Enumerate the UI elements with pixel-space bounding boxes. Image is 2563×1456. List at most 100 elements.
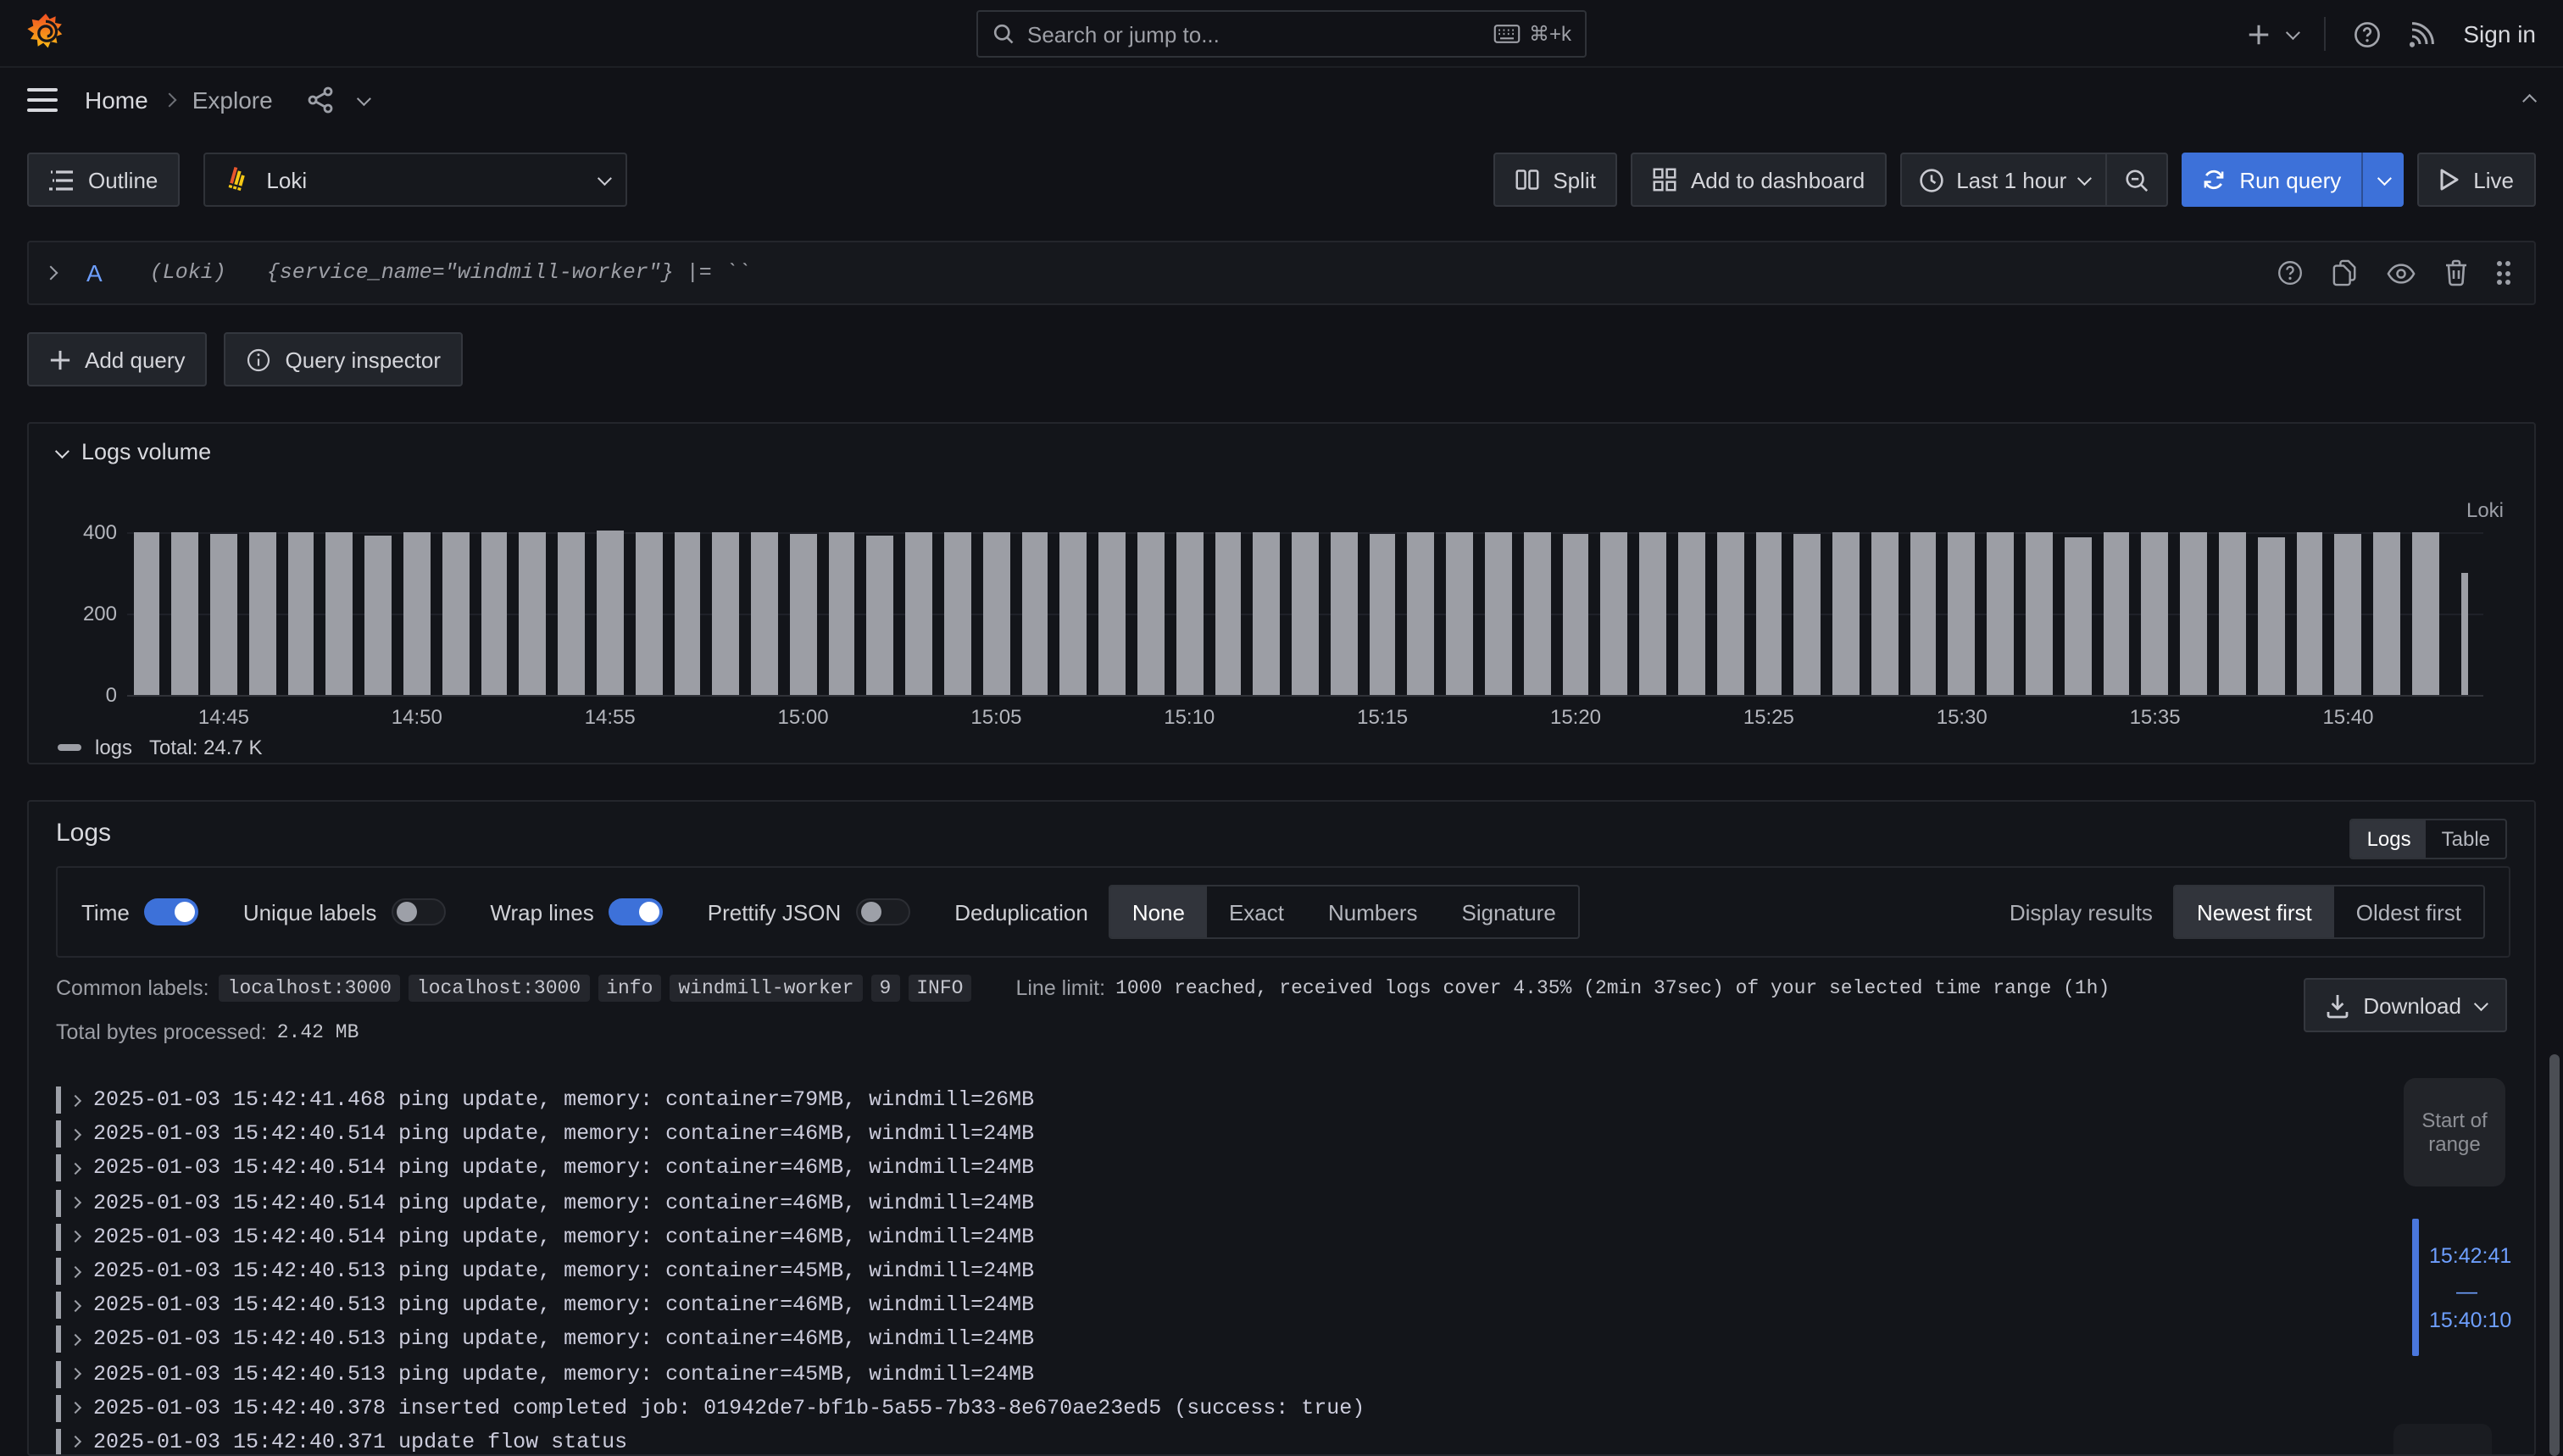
log-line-text: 2025-01-03 15:42:40.514 ping update, mem… (93, 1191, 1034, 1214)
zoom-out-time-button[interactable] (2105, 154, 2166, 205)
dedup-option-none[interactable]: None (1110, 886, 1207, 937)
logs-volume-header[interactable]: Logs volume (56, 439, 211, 464)
news-rss-icon[interactable] (2409, 20, 2436, 47)
share-icon[interactable] (307, 86, 334, 114)
breadcrumb-home[interactable]: Home (85, 86, 148, 114)
logs-volume-plot[interactable] (127, 532, 2483, 695)
expand-chevron-icon[interactable] (69, 1299, 81, 1311)
datasource-picker[interactable]: Loki (203, 153, 627, 207)
toggle-label: Time (81, 899, 130, 925)
add-query-button[interactable]: Add query (27, 332, 208, 386)
log-row[interactable]: 2025-01-03 15:42:40.514 ping update, mem… (56, 1152, 2429, 1186)
volume-bar (1447, 532, 1474, 695)
expand-chevron-icon[interactable] (69, 1437, 81, 1448)
sign-in-button[interactable]: Sign in (2463, 20, 2536, 47)
grafana-explore-page: Search or jump to... ⌘+k (0, 0, 2563, 1456)
volume-bar (2296, 532, 2323, 695)
expand-chevron-icon[interactable] (69, 1094, 81, 1106)
search-input[interactable]: Search or jump to... ⌘+k (976, 10, 1587, 58)
volume-bar (1021, 532, 1048, 695)
volume-bar (1137, 532, 1165, 695)
live-button[interactable]: Live (2417, 153, 2536, 207)
help-icon[interactable] (2353, 19, 2382, 48)
log-row[interactable]: 2025-01-03 15:42:40.514 ping update, mem… (56, 1117, 2429, 1151)
start-of-range-button[interactable]: Start of range (2404, 1078, 2505, 1186)
log-line-text: 2025-01-03 15:42:40.514 ping update, mem… (93, 1157, 1034, 1181)
drag-handle-icon[interactable] (2496, 261, 2510, 285)
dedup-options-group: NoneExactNumbersSignature (1109, 885, 1580, 939)
info-circle-icon (247, 347, 272, 372)
toggle-label: Prettify JSON (708, 899, 842, 925)
log-row[interactable]: 2025-01-03 15:42:40.513 ping update, mem… (56, 1357, 2429, 1391)
volume-bar (1408, 532, 1435, 695)
refresh-icon (2202, 168, 2226, 192)
query-ref-id[interactable]: A (86, 259, 103, 286)
run-query-options-button[interactable] (2361, 153, 2404, 207)
time-picker-group: Last 1 hour (1900, 153, 2168, 207)
add-to-dashboard-button[interactable]: Add to dashboard (1632, 153, 1887, 207)
log-row[interactable]: 2025-01-03 15:42:41.468 ping update, mem… (56, 1083, 2429, 1117)
legend-series-name[interactable]: logs (95, 736, 132, 759)
log-row[interactable]: 2025-01-03 15:42:40.514 ping update, mem… (56, 1220, 2429, 1254)
dedup-option-signature[interactable]: Signature (1440, 886, 1578, 937)
legend-total: Total: 24.7 K (149, 736, 262, 759)
run-query-button[interactable]: Run query (2182, 153, 2361, 207)
outline-button[interactable]: Outline (27, 153, 180, 207)
query-inspector-button[interactable]: Query inspector (225, 332, 464, 386)
log-row[interactable]: 2025-01-03 15:42:40.513 ping update, mem… (56, 1288, 2429, 1322)
query-collapse-chevron-icon[interactable] (44, 266, 58, 281)
search-shortcut: ⌘+k (1529, 22, 1571, 46)
scrollbar-thumb[interactable] (2549, 1054, 2560, 1456)
view-option-logs[interactable]: Logs (2352, 820, 2427, 858)
query-help-icon[interactable] (2276, 259, 2303, 286)
menu-hamburger-icon[interactable] (27, 88, 58, 112)
view-option-table[interactable]: Table (2427, 820, 2505, 858)
add-menu-button[interactable] (2246, 21, 2297, 47)
display-results-label: Display results (2010, 899, 2153, 925)
split-button[interactable]: Split (1493, 153, 1618, 207)
expand-chevron-icon[interactable] (69, 1402, 81, 1414)
display-option-oldest-first[interactable]: Oldest first (2334, 886, 2483, 937)
expand-chevron-icon[interactable] (69, 1334, 81, 1346)
expand-chevron-icon[interactable] (69, 1197, 81, 1209)
expand-chevron-icon[interactable] (69, 1231, 81, 1243)
download-button[interactable]: Download (2304, 978, 2507, 1032)
common-label-badge: localhost:3000 (220, 975, 400, 1002)
expand-chevron-icon[interactable] (69, 1128, 81, 1140)
toggle-unique-labels: Unique labels (243, 898, 447, 925)
remove-query-trash-icon[interactable] (2443, 259, 2467, 286)
volume-bar (1717, 532, 1744, 695)
dedup-option-numbers[interactable]: Numbers (1306, 886, 1440, 937)
breadcrumb-explore[interactable]: Explore (192, 86, 273, 114)
log-row[interactable]: 2025-01-03 15:42:40.513 ping update, mem… (56, 1323, 2429, 1357)
log-row[interactable]: 2025-01-03 15:42:40.514 ping update, mem… (56, 1186, 2429, 1220)
time-range-button[interactable]: Last 1 hour (1902, 154, 2105, 205)
expand-chevron-icon[interactable] (69, 1163, 81, 1175)
volume-bar (1176, 532, 1203, 695)
logs-volume-collapse-icon[interactable] (55, 443, 69, 458)
toggle-switch[interactable] (145, 898, 199, 925)
log-row[interactable]: 2025-01-03 15:42:40.513 ping update, mem… (56, 1254, 2429, 1288)
toggle-switch[interactable] (609, 898, 664, 925)
display-option-newest-first[interactable]: Newest first (2175, 886, 2334, 937)
collapse-panel-button[interactable] (2526, 85, 2536, 110)
expand-chevron-icon[interactable] (69, 1368, 81, 1380)
logs-volume-legend[interactable]: logs Total: 24.7 K (58, 736, 262, 759)
switch-knob (640, 902, 660, 922)
volume-bar (905, 532, 932, 695)
grafana-logo-icon[interactable] (24, 12, 68, 56)
duplicate-query-icon[interactable] (2332, 259, 2357, 286)
explore-menu-chevron-icon[interactable] (357, 92, 371, 106)
run-query-split-button: Run query (2182, 153, 2404, 207)
expand-chevron-icon[interactable] (69, 1265, 81, 1277)
log-row[interactable]: 2025-01-03 15:42:40.371 update flow stat… (56, 1425, 2429, 1456)
toggle-switch[interactable] (856, 898, 910, 925)
dedup-option-exact[interactable]: Exact (1207, 886, 1306, 937)
query-expression[interactable]: {service_name="windmill-worker"} |= `` (267, 261, 750, 285)
dedup-label: Deduplication (954, 899, 1088, 925)
toggle-switch[interactable] (392, 898, 446, 925)
common-label-badge: info (598, 975, 661, 1002)
toggle-visibility-eye-icon[interactable] (2386, 262, 2415, 284)
log-row[interactable]: 2025-01-03 15:42:40.378 inserted complet… (56, 1391, 2429, 1425)
end-of-range-button-partial[interactable] (2393, 1424, 2492, 1456)
